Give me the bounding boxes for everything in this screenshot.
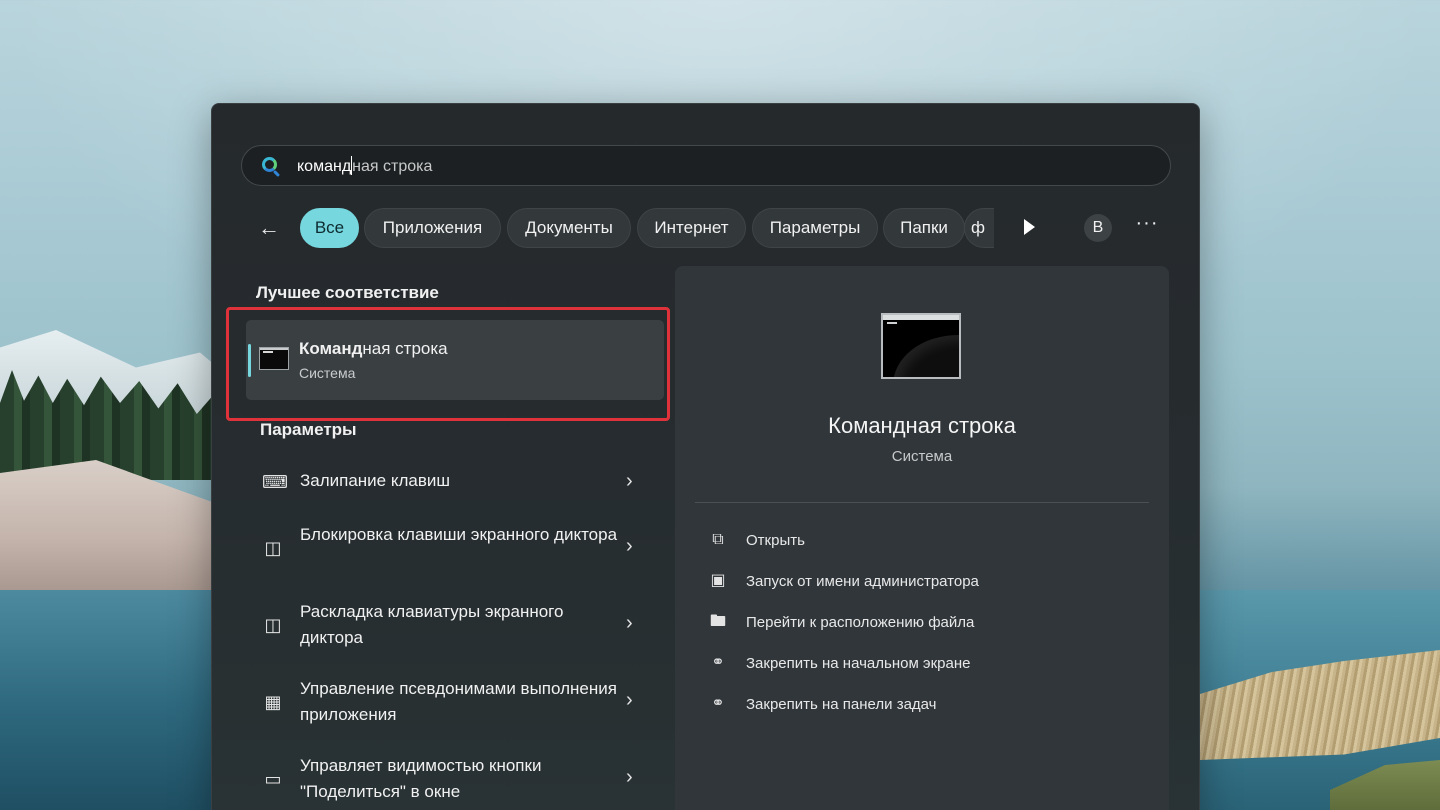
setting-label: Залипание клавиш [300, 471, 451, 490]
filter-documents[interactable]: Документы [507, 208, 631, 248]
search-icon [260, 155, 282, 177]
more-options-icon[interactable]: ··· [1134, 212, 1160, 242]
filter-bar: ← Все Приложения Документы Интернет Пара… [248, 208, 1178, 248]
chevron-right-icon: › [626, 535, 633, 557]
filter-overflow: ф [964, 208, 994, 248]
share-window-icon: ▭ [264, 769, 282, 789]
action-open[interactable]: ⧉ Открыть [707, 529, 1007, 553]
lake-left [0, 590, 215, 810]
action-pin-taskbar[interactable]: ⚭ Закрепить на панели задач [707, 693, 1027, 717]
app-alias-icon: ▦ [264, 692, 282, 712]
action-label: Перейти к расположению файла [746, 614, 975, 631]
best-match-heading: Лучшее соответствие [256, 283, 439, 302]
command-prompt-icon [259, 347, 289, 370]
play-icon[interactable] [1022, 219, 1036, 235]
action-open-file-location[interactable]: 🖿 Перейти к расположению файла [707, 611, 1027, 635]
action-run-as-admin[interactable]: ▣ Запуск от имени администратора [707, 570, 1027, 594]
chevron-right-icon: › [626, 612, 633, 634]
setting-item[interactable]: ◫ Раскладка клавиатуры экранного диктора… [246, 597, 664, 653]
setting-item[interactable]: ▭ Управляет видимостью кнопки "Поделитьс… [246, 751, 664, 807]
filter-apps[interactable]: Приложения [364, 208, 501, 248]
filter-settings[interactable]: Параметры [752, 208, 878, 248]
arrow-left-icon[interactable]: ← [258, 217, 282, 239]
divider [695, 502, 1149, 503]
preview-pane: Командная строка Система ⧉ Открыть ▣ Зап… [675, 266, 1169, 810]
setting-label: Блокировка клавиши экранного диктора [300, 525, 618, 544]
action-label: Открыть [746, 532, 805, 549]
admin-shield-icon: ▣ [710, 572, 726, 589]
best-match-subtitle: Система [299, 365, 356, 381]
filter-internet[interactable]: Интернет [637, 208, 746, 248]
preview-subtitle: Система [891, 448, 953, 465]
filter-folders[interactable]: Папки [883, 208, 965, 248]
setting-label: Управление псевдонимами выполнения прило… [300, 679, 617, 724]
pin-icon: ⚭ [711, 654, 725, 671]
action-pin-start[interactable]: ⚭ Закрепить на начальном экране [707, 652, 1027, 676]
pin-icon: ⚭ [711, 695, 725, 712]
search-input[interactable]: командная строка [241, 145, 1171, 186]
chevron-right-icon: › [626, 689, 633, 711]
open-external-icon: ⧉ [712, 531, 724, 548]
chevron-right-icon: › [626, 470, 633, 492]
chevron-right-icon: › [626, 766, 633, 788]
keyboard-icon: ⌨ [262, 472, 288, 492]
narrator-keyboard-icon: ◫ [264, 615, 282, 635]
search-query[interactable]: командная строка [297, 155, 432, 176]
filter-all[interactable]: Все [300, 208, 359, 248]
folder-icon: 🖿 [709, 613, 726, 630]
action-label: Закрепить на начальном экране [746, 655, 971, 672]
command-prompt-large-icon [881, 313, 961, 379]
filter-photos[interactable]: ф [964, 208, 994, 248]
search-panel: командная строка ← Все Приложения Докуме… [211, 103, 1200, 810]
setting-item[interactable]: ◫ Блокировка клавиши экранного диктора › [246, 520, 664, 576]
setting-item[interactable]: ▦ Управление псевдонимами выполнения при… [246, 674, 664, 730]
action-label: Запуск от имени администратора [746, 573, 979, 590]
preview-title: Командная строка [828, 413, 1016, 438]
narrator-lock-icon: ◫ [264, 538, 282, 558]
settings-heading: Параметры [260, 420, 357, 439]
selection-indicator [248, 344, 251, 377]
setting-label: Управляет видимостью кнопки "Поделиться"… [300, 756, 542, 801]
action-label: Закрепить на панели задач [746, 696, 937, 713]
avatar[interactable]: В [1084, 214, 1112, 242]
best-match-result[interactable]: Командная строка Система [246, 320, 664, 400]
best-match-title: Командная строка [299, 339, 448, 358]
setting-item[interactable]: ⌨ Залипание клавиш › [246, 466, 664, 496]
setting-label: Раскладка клавиатуры экранного диктора [300, 602, 564, 647]
